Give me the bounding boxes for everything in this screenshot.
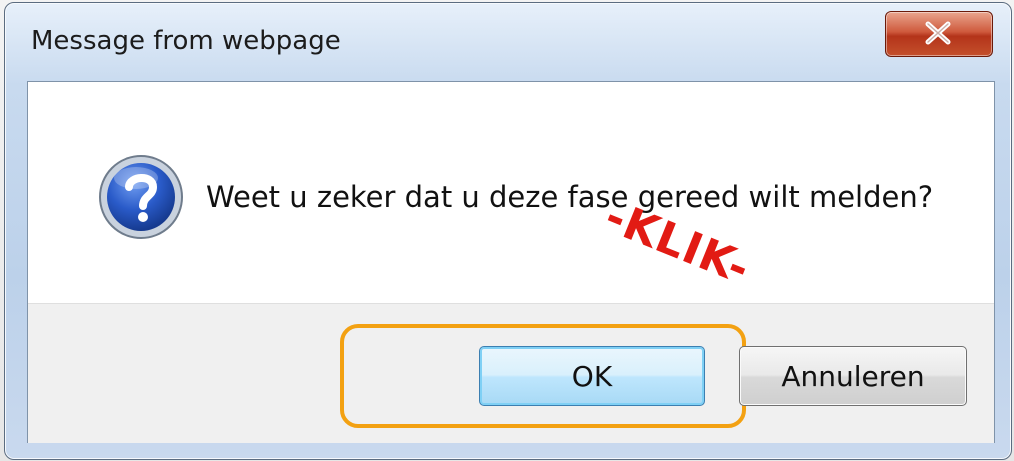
dialog-title: Message from webpage [31, 26, 341, 56]
question-icon [99, 155, 183, 239]
ok-button[interactable]: OK [479, 346, 705, 406]
close-icon [925, 21, 951, 45]
dialog-message: Weet u zeker dat u deze fase gereed wilt… [206, 180, 934, 214]
cancel-button[interactable]: Annuleren [739, 346, 967, 406]
close-button[interactable] [885, 11, 993, 57]
dialog-content: Weet u zeker dat u deze fase gereed wilt… [27, 81, 995, 443]
message-dialog: Message from webpage Weet u zeker dat u … [4, 2, 1012, 460]
